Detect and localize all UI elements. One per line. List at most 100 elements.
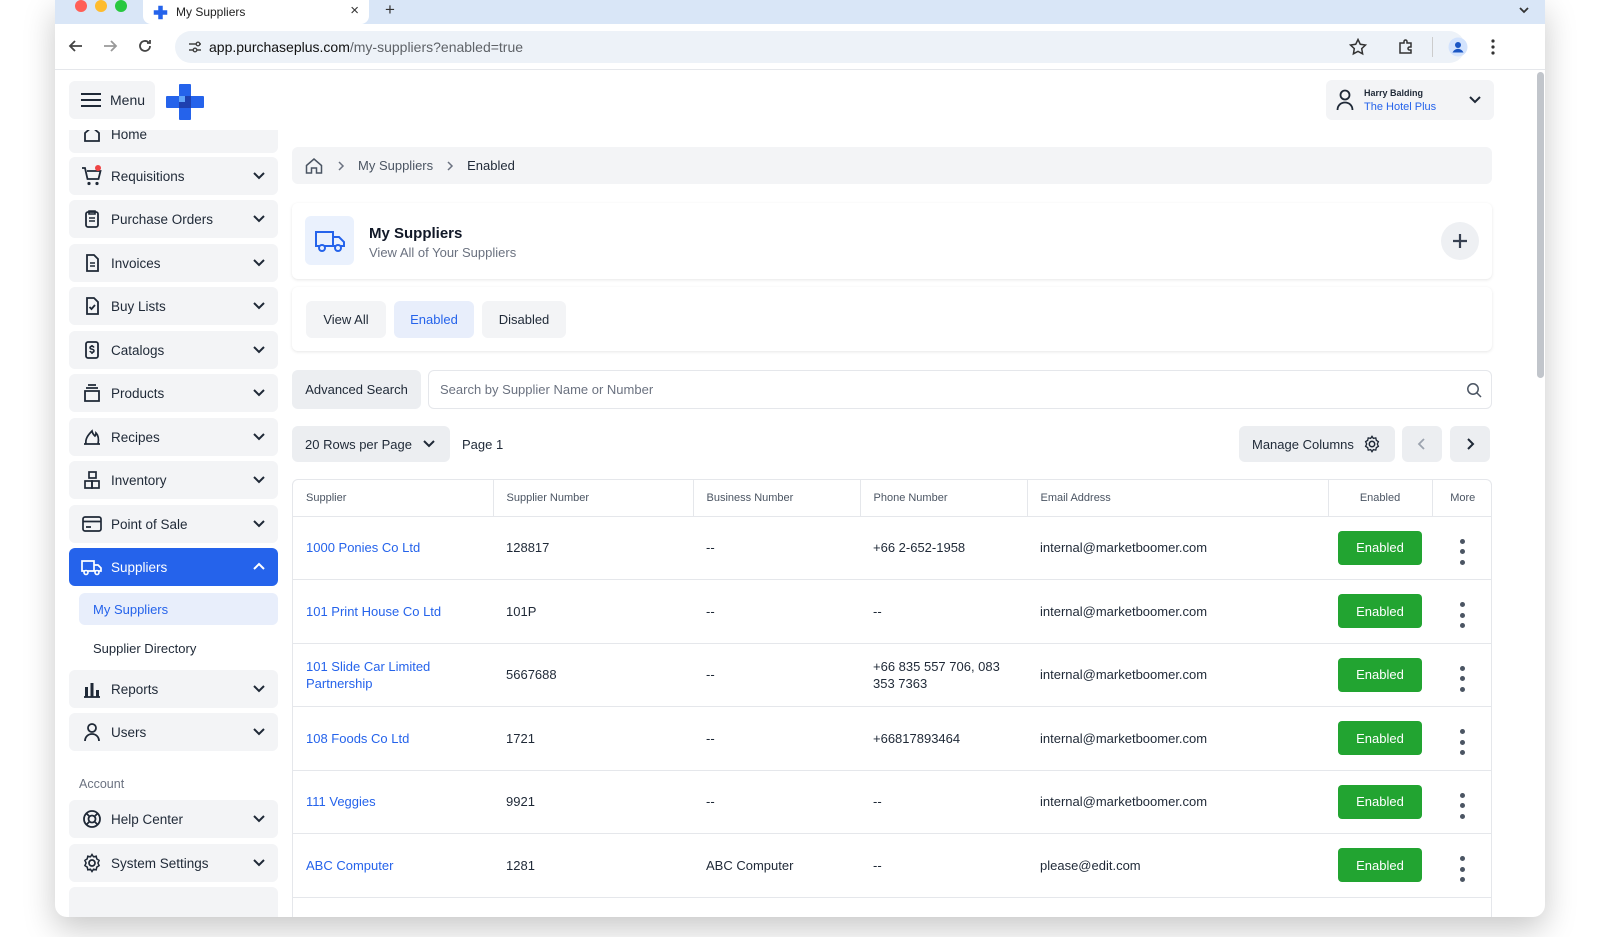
sidebar-item-purchase-orders[interactable]: Purchase Orders <box>69 200 278 238</box>
next-page-button[interactable] <box>1450 426 1490 462</box>
supplier-name-link[interactable]: 101 Slide Car Limited Partnership <box>306 659 430 691</box>
tab-view-all[interactable]: View All <box>306 301 386 338</box>
phone-number-cell: -- <box>860 579 1027 644</box>
previous-page-button[interactable] <box>1402 426 1442 462</box>
column-header-supplier: Supplier <box>293 480 494 517</box>
enabled-status-button[interactable]: Enabled <box>1338 784 1422 819</box>
more-options-icon[interactable] <box>1458 729 1468 756</box>
sidebar-subitem-supplier-directory[interactable]: Supplier Directory <box>79 632 278 664</box>
sidebar-item-label: Requisitions <box>111 168 185 184</box>
zoom-window-button[interactable] <box>115 0 127 12</box>
table-row: 108 Foods Co Ltd 1721 -- +66817893464 in… <box>293 706 1491 771</box>
sidebar-item-partial[interactable] <box>69 887 278 917</box>
sidebar-item-system-settings[interactable]: System Settings <box>69 844 278 882</box>
advanced-search-button[interactable]: Advanced Search <box>292 370 421 409</box>
search-icon[interactable] <box>1466 382 1482 398</box>
address-bar[interactable]: app.purchaseplus.com/my-suppliers?enable… <box>175 31 1465 63</box>
add-supplier-button[interactable] <box>1441 222 1479 260</box>
user-switcher[interactable]: Harry Balding The Hotel Plus <box>1326 80 1494 120</box>
manage-columns-button[interactable]: Manage Columns <box>1239 426 1395 462</box>
sidebar-item-point-of-sale[interactable]: Point of Sale <box>69 505 278 543</box>
url-path: /my-suppliers?enabled=true <box>349 39 524 55</box>
enabled-status-button[interactable]: Enabled <box>1338 530 1422 565</box>
close-window-button[interactable] <box>75 0 87 12</box>
forward-icon[interactable] <box>102 38 118 54</box>
sidebar-item-invoices[interactable]: Invoices <box>69 244 278 282</box>
tab-search-chevron-icon[interactable] <box>1517 3 1531 17</box>
sidebar-item-products[interactable]: Products <box>69 374 278 412</box>
home-icon[interactable] <box>304 156 324 176</box>
chart-icon <box>81 678 103 700</box>
sidebar-subitem-my-suppliers[interactable]: My Suppliers <box>79 593 278 625</box>
tab-disabled[interactable]: Disabled <box>482 301 566 338</box>
sidebar-item-home[interactable]: Home <box>69 130 278 153</box>
page-scrollbar[interactable] <box>1537 72 1544 378</box>
search-input[interactable] <box>428 370 1492 409</box>
enabled-status-button[interactable]: Enabled <box>1338 594 1422 629</box>
sidebar-item-recipes[interactable]: Recipes <box>69 418 278 456</box>
breadcrumb-my-suppliers[interactable]: My Suppliers <box>358 158 433 173</box>
supplier-name-link[interactable]: 101 Print House Co Ltd <box>306 604 441 619</box>
menu-label: Menu <box>110 92 146 108</box>
extensions-icon[interactable] <box>1397 38 1415 56</box>
email-address-cell: internal@marketboomer.com <box>1027 770 1328 834</box>
sidebar-item-catalogs[interactable]: Catalogs <box>69 331 278 369</box>
page-header-card: My Suppliers View All of Your Suppliers <box>292 203 1492 279</box>
profile-icon[interactable] <box>1448 37 1468 57</box>
sidebar-item-label: Recipes <box>111 429 160 445</box>
supplier-name-link[interactable]: 108 Foods Co Ltd <box>306 731 409 746</box>
sidebar-item-label: Invoices <box>111 255 161 271</box>
supplier-number-cell: 1281 <box>493 833 693 898</box>
phone-number-cell: +66817893464 <box>860 706 1027 771</box>
tab-enabled[interactable]: Enabled <box>394 301 474 338</box>
sidebar-item-requisitions[interactable]: Requisitions <box>69 157 278 195</box>
enabled-status-button[interactable]: Enabled <box>1338 848 1422 883</box>
sidebar-item-users[interactable]: Users <box>69 713 278 751</box>
sidebar-item-reports[interactable]: Reports <box>69 670 278 708</box>
new-tab-button[interactable]: + <box>385 0 395 20</box>
sidebar-item-buy-lists[interactable]: Buy Lists <box>69 287 278 325</box>
user-icon <box>81 721 103 743</box>
chevron-down-icon <box>253 433 265 441</box>
column-header-more: More <box>1432 480 1491 517</box>
sidebar-item-help-center[interactable]: Help Center <box>69 800 278 838</box>
sidebar-item-inventory[interactable]: Inventory <box>69 461 278 499</box>
breadcrumb-separator-icon <box>447 160 454 171</box>
email-address-cell: internal@marketboomer.com <box>1027 706 1328 771</box>
browser-tab[interactable]: My Suppliers × <box>143 0 369 24</box>
sidebar-item-label: Suppliers <box>111 559 168 575</box>
clipboard-icon <box>81 208 103 230</box>
flame-icon <box>81 426 103 448</box>
user-name: Harry Balding <box>1364 88 1424 98</box>
more-options-icon[interactable] <box>1458 856 1468 883</box>
breadcrumb-enabled: Enabled <box>467 158 515 173</box>
rows-per-page-label: 20 Rows per Page <box>305 436 412 452</box>
supplier-name-link[interactable]: 1000 Ponies Co Ltd <box>306 540 420 555</box>
sidebar-item-suppliers[interactable]: Suppliers <box>69 548 278 586</box>
purchaseplus-logo[interactable] <box>166 84 204 120</box>
supplier-name-link[interactable]: 111 Veggies <box>306 794 376 809</box>
more-options-icon[interactable] <box>1458 602 1468 629</box>
rows-per-page-select[interactable]: 20 Rows per Page <box>292 426 450 462</box>
enabled-status-button[interactable]: Enabled <box>1338 657 1422 692</box>
enabled-status-button[interactable]: Enabled <box>1338 721 1422 756</box>
reload-icon[interactable] <box>137 38 153 54</box>
bookmark-star-icon[interactable] <box>1349 38 1367 56</box>
dollar-doc-icon <box>81 339 103 361</box>
tab-close-icon[interactable]: × <box>350 2 359 19</box>
more-options-icon[interactable] <box>1458 665 1468 692</box>
supplier-number-cell: 101P <box>493 579 693 644</box>
more-options-icon[interactable] <box>1458 538 1468 565</box>
chevron-down-icon <box>253 172 265 180</box>
more-options-icon[interactable] <box>1458 792 1468 819</box>
phone-number-cell: +66 2-652-1958 <box>860 516 1027 580</box>
minimize-window-button[interactable] <box>95 0 107 12</box>
chevron-up-icon <box>253 562 265 570</box>
column-header-supplier-number: Supplier Number <box>493 480 694 517</box>
back-icon[interactable] <box>68 38 84 54</box>
supplier-name-link[interactable]: ABC Computer <box>306 858 393 873</box>
browser-menu-icon[interactable] <box>1487 38 1499 56</box>
site-settings-icon[interactable] <box>187 39 203 55</box>
menu-button[interactable]: Menu <box>69 81 155 119</box>
sidebar-item-label: Help Center <box>111 811 184 827</box>
